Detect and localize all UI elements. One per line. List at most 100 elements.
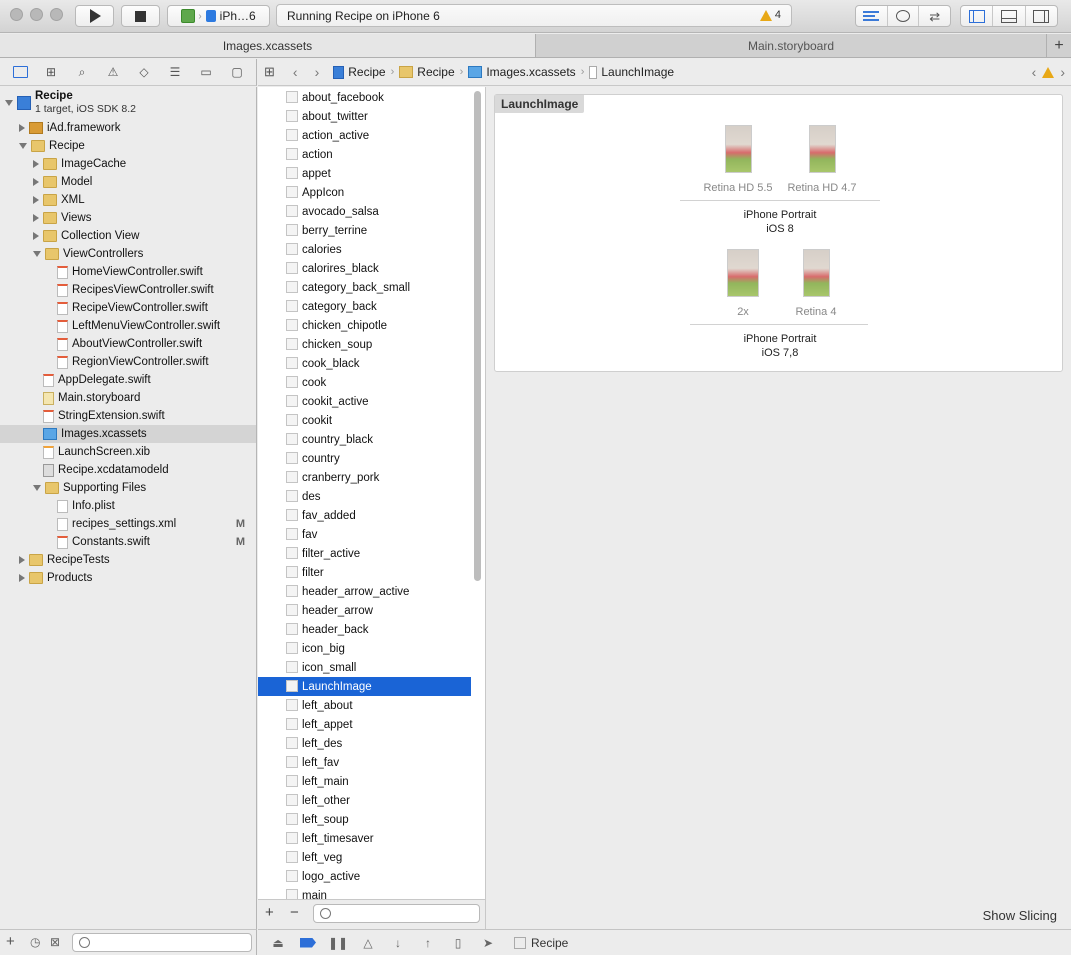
standard-editor-button[interactable] (856, 6, 888, 26)
navigator-item[interactable]: Collection View (0, 227, 256, 245)
navigator-item[interactable]: LeftMenuViewController.swift (0, 317, 256, 335)
navigator-item[interactable]: RecipesViewController.swift (0, 281, 256, 299)
minimize-window-button[interactable] (30, 8, 43, 21)
navigator-item[interactable]: Main.storyboard (0, 389, 256, 407)
pause-button[interactable]: ❚❚ (328, 936, 348, 950)
navigator-item[interactable]: ImageCache (0, 155, 256, 173)
asset-set-item[interactable]: about_twitter (258, 107, 471, 126)
step-out-button[interactable]: ↑ (420, 936, 436, 950)
warning-icon[interactable] (1042, 66, 1055, 78)
navigator-item[interactable]: HomeViewController.swift (0, 263, 256, 281)
breadcrumb-group[interactable]: Recipe (399, 65, 455, 79)
navigator-item[interactable]: RegionViewController.swift (0, 353, 256, 371)
navigator-item[interactable]: StringExtension.swift (0, 407, 256, 425)
asset-set-item[interactable]: filter_active (258, 544, 471, 563)
asset-set-item[interactable]: left_main (258, 772, 471, 791)
add-file-button[interactable]: + (6, 933, 15, 950)
slot-retina-hd-4-7[interactable]: Retina HD 4.7 (777, 125, 867, 194)
asset-set-item[interactable]: header_arrow (258, 601, 471, 620)
navigator-item[interactable]: Constants.swift M (0, 533, 256, 551)
debug-target-selector[interactable]: Recipe (514, 936, 568, 950)
toggle-debug-area-button[interactable] (993, 6, 1026, 26)
navigator-item[interactable]: ViewControllers (0, 245, 256, 263)
zoom-window-button[interactable] (50, 8, 63, 21)
previous-issue-icon[interactable]: ‹ (1032, 64, 1037, 80)
debug-navigator-tab[interactable]: ☰ (165, 64, 185, 80)
navigator-item[interactable]: XML (0, 191, 256, 209)
asset-set-item[interactable]: left_other (258, 791, 471, 810)
add-tab-button[interactable]: + (1046, 34, 1071, 57)
report-navigator-tab[interactable]: ▢ (227, 64, 247, 80)
asset-set-item[interactable]: fav (258, 525, 471, 544)
navigator-item[interactable]: Images.xcassets (0, 425, 256, 443)
navigator-item[interactable]: Products (0, 569, 256, 587)
disclosure-closed-icon[interactable] (33, 232, 39, 240)
asset-set-item[interactable]: calorires_black (258, 259, 471, 278)
asset-list-scrollbar[interactable] (474, 91, 481, 581)
disclosure-closed-icon[interactable] (19, 556, 25, 564)
slot-retina-4[interactable]: Retina 4 (771, 249, 861, 318)
navigator-item[interactable]: iAd.framework (0, 119, 256, 137)
asset-set-item[interactable]: avocado_salsa (258, 202, 471, 221)
asset-set-item[interactable]: cook (258, 373, 471, 392)
scheme-selector[interactable]: › iPh…6 (167, 5, 270, 27)
project-navigator-tab[interactable] (10, 64, 30, 80)
disclosure-open-icon[interactable] (33, 251, 41, 257)
asset-set-item[interactable]: about_facebook (258, 88, 471, 107)
breakpoint-navigator-tab[interactable]: ▭ (196, 64, 216, 80)
asset-set-item[interactable]: appet (258, 164, 471, 183)
asset-set-item[interactable]: country_black (258, 430, 471, 449)
disclosure-closed-icon[interactable] (19, 574, 25, 582)
asset-set-item[interactable]: icon_big (258, 639, 471, 658)
asset-set-item[interactable]: chicken_soup (258, 335, 471, 354)
view-debugger-button[interactable]: ▯ (450, 936, 466, 950)
asset-set-item[interactable]: cranberry_pork (258, 468, 471, 487)
asset-set-item[interactable]: LaunchImage (258, 677, 471, 696)
tab-images-xcassets[interactable]: Images.xcassets (0, 34, 536, 57)
navigator-item[interactable]: Model (0, 173, 256, 191)
issue-navigator-tab[interactable]: ⚠ (103, 64, 123, 80)
asset-set-item[interactable]: main (258, 886, 471, 899)
disclosure-closed-icon[interactable] (19, 124, 25, 132)
test-navigator-tab[interactable]: ◇ (134, 64, 154, 80)
add-asset-button[interactable]: + (265, 904, 274, 921)
navigator-item[interactable]: Info.plist (0, 497, 256, 515)
disclosure-closed-icon[interactable] (33, 196, 39, 204)
asset-set-item[interactable]: calories (258, 240, 471, 259)
navigator-item[interactable]: recipes_settings.xml M (0, 515, 256, 533)
disclosure-closed-icon[interactable] (33, 214, 39, 222)
next-issue-icon[interactable]: › (1060, 64, 1065, 80)
asset-set-item[interactable]: berry_terrine (258, 221, 471, 240)
asset-set-item[interactable]: left_veg (258, 848, 471, 867)
asset-set-item[interactable]: header_arrow_active (258, 582, 471, 601)
navigator-item[interactable]: RecipeViewController.swift (0, 299, 256, 317)
remove-asset-button[interactable]: − (290, 904, 299, 921)
disclosure-closed-icon[interactable] (33, 160, 39, 168)
disclosure-open-icon[interactable] (33, 485, 41, 491)
warnings-indicator[interactable]: 4 (759, 9, 781, 21)
tab-main-storyboard[interactable]: Main.storyboard (536, 34, 1046, 57)
asset-set-item[interactable]: left_appet (258, 715, 471, 734)
asset-set-item[interactable]: action_active (258, 126, 471, 145)
forward-arrow-icon[interactable]: › (315, 64, 320, 80)
toggle-navigator-button[interactable] (961, 6, 994, 26)
asset-set-item[interactable]: fav_added (258, 506, 471, 525)
back-arrow-icon[interactable]: ‹ (293, 64, 298, 80)
asset-set-item[interactable]: cookit_active (258, 392, 471, 411)
asset-set-item[interactable]: des (258, 487, 471, 506)
find-navigator-tab[interactable]: ⌕ (72, 64, 92, 80)
navigator-item[interactable]: Supporting Files (0, 479, 256, 497)
show-slicing-button[interactable]: Show Slicing (983, 908, 1057, 923)
navigator-item[interactable]: Recipe.xcdatamodeld (0, 461, 256, 479)
asset-set-item[interactable]: logo_active (258, 867, 471, 886)
asset-set-item[interactable]: cookit (258, 411, 471, 430)
asset-set-item[interactable]: left_soup (258, 810, 471, 829)
asset-set-item[interactable]: left_about (258, 696, 471, 715)
asset-set-item[interactable]: left_des (258, 734, 471, 753)
navigator-item[interactable]: Recipe (0, 137, 256, 155)
navigator-item[interactable]: LaunchScreen.xib (0, 443, 256, 461)
asset-set-item[interactable]: cook_black (258, 354, 471, 373)
asset-set-item[interactable]: AppIcon (258, 183, 471, 202)
step-over-button[interactable]: △ (360, 936, 376, 950)
source-control-filter-icon[interactable]: ⊠ (50, 935, 60, 949)
